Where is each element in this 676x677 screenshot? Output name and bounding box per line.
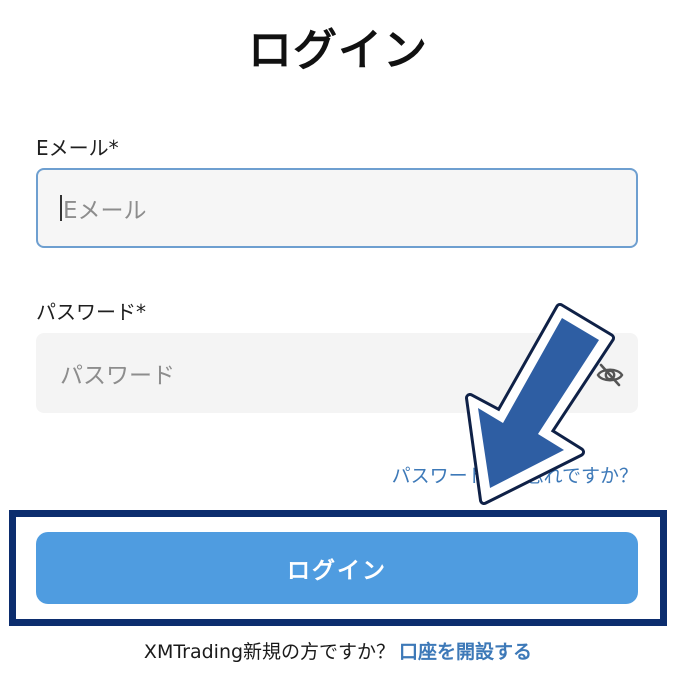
email-field[interactable]: Eメール <box>36 168 638 248</box>
forgot-password-link[interactable]: パスワードをお忘れですか？ <box>392 461 638 488</box>
email-label: Eメール* <box>36 136 119 160</box>
login-page: ログイン Eメール* Eメール パスワード* パスワード パスワードをお忘れです… <box>0 0 676 677</box>
text-caret <box>60 195 62 221</box>
open-account-link[interactable]: 口座を開設する <box>399 641 532 663</box>
password-placeholder: パスワード <box>60 363 175 389</box>
eye-slash-icon[interactable] <box>596 361 624 389</box>
email-placeholder: Eメール <box>63 198 147 224</box>
password-field[interactable]: パスワード <box>36 333 638 413</box>
signup-prompt-line: XMTrading新規の方ですか？ 口座を開設する <box>0 637 676 664</box>
page-title: ログイン <box>248 25 428 76</box>
login-button[interactable]: ログイン <box>36 532 638 604</box>
password-label: パスワード* <box>36 300 146 324</box>
signup-prompt-text: XMTrading新規の方ですか？ <box>143 641 396 663</box>
